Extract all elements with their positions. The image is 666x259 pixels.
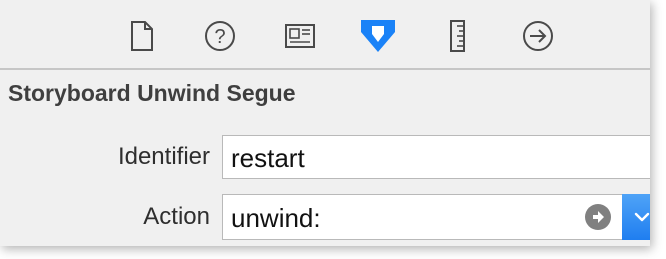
go-to-action-button[interactable]: [585, 204, 611, 230]
identity-inspector-button[interactable]: [280, 18, 320, 54]
quick-help-button[interactable]: ?: [200, 18, 240, 54]
attributes-inspector-button[interactable]: [358, 18, 398, 54]
action-dropdown-button[interactable]: [622, 194, 650, 240]
svg-text:?: ?: [214, 26, 225, 48]
file-icon: [131, 21, 153, 51]
file-inspector-button[interactable]: [122, 18, 162, 54]
connections-inspector-button[interactable]: [518, 18, 558, 54]
action-value: unwind:: [231, 203, 321, 233]
attributes-shield-icon: [361, 20, 395, 52]
identifier-value: restart: [231, 143, 305, 173]
arrow-right-icon: [593, 211, 604, 223]
identifier-label: Identifier: [117, 143, 210, 170]
section-title: Storyboard Unwind Segue: [8, 80, 296, 106]
inspector-toolbar: ?: [0, 0, 650, 68]
inspector-panel: ? Storyboard Unwind Segue Identifier res…: [0, 0, 650, 246]
action-combobox[interactable]: unwind:: [222, 194, 650, 240]
arrow-circle-right-icon: [523, 21, 553, 51]
chevron-down-icon: [634, 212, 650, 222]
id-card-icon: [285, 24, 315, 48]
question-mark-icon: ?: [205, 21, 235, 51]
identifier-field[interactable]: restart: [222, 135, 650, 179]
toolbar-divider: [0, 68, 650, 70]
action-label: Action: [143, 203, 210, 230]
size-inspector-button[interactable]: [438, 18, 478, 54]
ruler-icon: [450, 20, 465, 52]
